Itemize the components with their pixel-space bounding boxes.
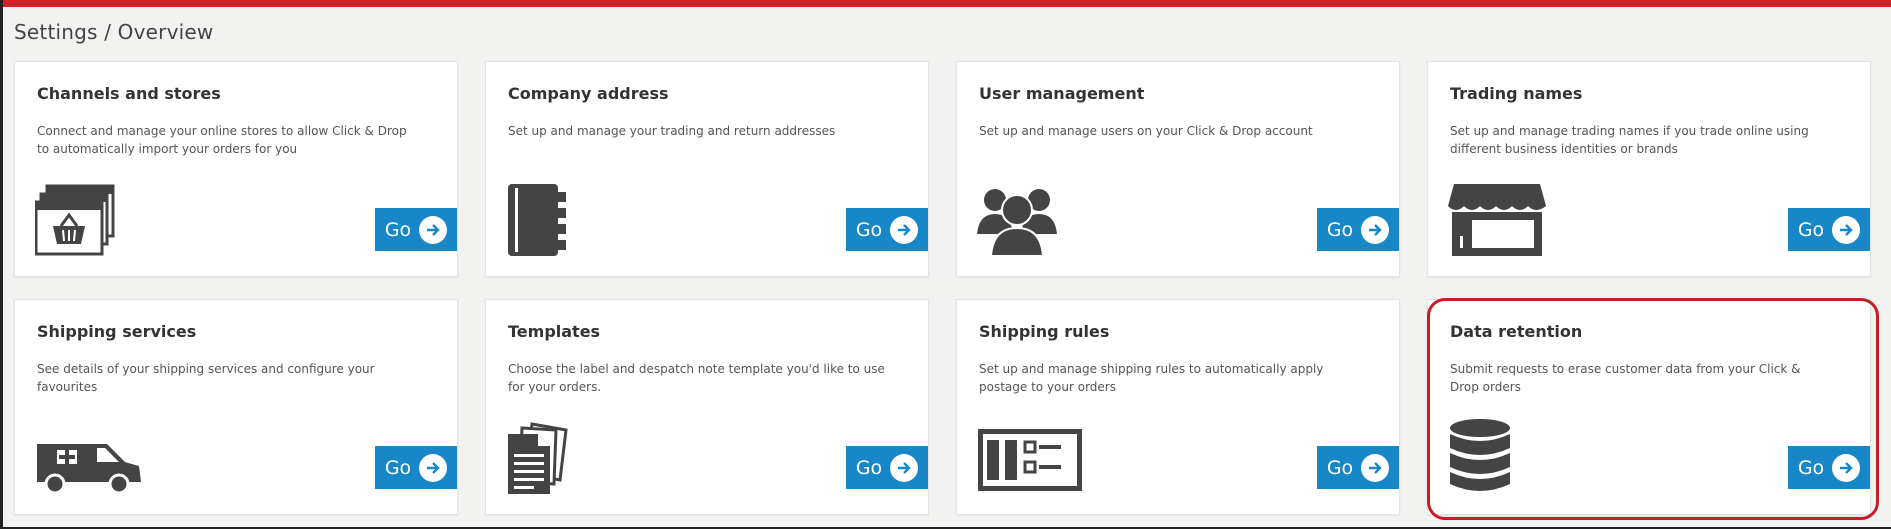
card-description: Submit requests to erase customer data f… bbox=[1450, 362, 1801, 394]
card-description: Set up and manage users on your Click & … bbox=[979, 124, 1313, 138]
go-button[interactable]: Go bbox=[846, 208, 928, 251]
users-icon bbox=[977, 184, 1059, 260]
go-button[interactable]: Go bbox=[1317, 208, 1399, 251]
card-templates: Templates Choose the label and despatch … bbox=[485, 299, 929, 515]
card-title: Shipping services bbox=[37, 322, 197, 341]
card-title: Company address bbox=[508, 84, 669, 103]
documents-icon bbox=[506, 422, 576, 498]
card-title: Shipping rules bbox=[979, 322, 1110, 341]
card-description: Choose the label and despatch note templ… bbox=[508, 362, 885, 394]
card-description: Set up and manage your trading and retur… bbox=[508, 124, 836, 138]
card-description: Set up and manage shipping rules to auto… bbox=[979, 362, 1324, 394]
card-data-retention: Data retention Submit requests to erase … bbox=[1427, 299, 1871, 515]
card-company-address: Company address Set up and manage your t… bbox=[485, 61, 929, 277]
card-title: Trading names bbox=[1450, 84, 1583, 103]
go-label: Go bbox=[1797, 218, 1825, 241]
address-book-icon bbox=[506, 184, 588, 260]
arrow-right-icon bbox=[419, 215, 448, 244]
arrow-right-icon bbox=[1832, 215, 1861, 244]
go-button[interactable]: Go bbox=[846, 446, 928, 489]
go-button[interactable]: Go bbox=[375, 208, 457, 251]
go-label: Go bbox=[855, 456, 883, 479]
arrow-right-icon bbox=[890, 453, 919, 482]
go-label: Go bbox=[384, 218, 412, 241]
card-channels-and-stores: Channels and stores Connect and manage y… bbox=[14, 61, 458, 277]
van-icon bbox=[35, 440, 143, 498]
card-title: Channels and stores bbox=[37, 84, 221, 103]
window-border bbox=[0, 0, 3, 529]
go-label: Go bbox=[1797, 456, 1825, 479]
card-user-management: User management Set up and manage users … bbox=[956, 61, 1400, 277]
arrow-right-icon bbox=[890, 215, 919, 244]
go-label: Go bbox=[1326, 456, 1354, 479]
arrow-right-icon bbox=[419, 453, 448, 482]
storefront-icon bbox=[1448, 184, 1548, 260]
card-description: Connect and manage your online stores to… bbox=[37, 124, 407, 156]
card-title: Data retention bbox=[1450, 322, 1583, 341]
rules-board-icon bbox=[977, 428, 1085, 496]
go-button[interactable]: Go bbox=[375, 446, 457, 489]
go-button[interactable]: Go bbox=[1317, 446, 1399, 489]
go-label: Go bbox=[1326, 218, 1354, 241]
browser-basket-icon bbox=[34, 184, 117, 260]
go-button[interactable]: Go bbox=[1788, 446, 1870, 489]
card-title: User management bbox=[979, 84, 1145, 103]
arrow-right-icon bbox=[1832, 453, 1861, 482]
card-title: Templates bbox=[508, 322, 601, 341]
arrow-right-icon bbox=[1361, 453, 1390, 482]
go-label: Go bbox=[855, 218, 883, 241]
go-label: Go bbox=[384, 456, 412, 479]
database-icon bbox=[1448, 418, 1514, 498]
card-description: See details of your shipping services an… bbox=[37, 362, 375, 394]
go-button[interactable]: Go bbox=[1788, 208, 1870, 251]
card-trading-names: Trading names Set up and manage trading … bbox=[1427, 61, 1871, 277]
card-description: Set up and manage trading names if you t… bbox=[1450, 124, 1809, 156]
card-shipping-rules: Shipping rules Set up and manage shippin… bbox=[956, 299, 1400, 515]
arrow-right-icon bbox=[1361, 215, 1390, 244]
card-shipping-services: Shipping services See details of your sh… bbox=[14, 299, 458, 515]
top-accent-bar bbox=[0, 0, 1891, 7]
breadcrumb: Settings / Overview bbox=[14, 20, 214, 44]
